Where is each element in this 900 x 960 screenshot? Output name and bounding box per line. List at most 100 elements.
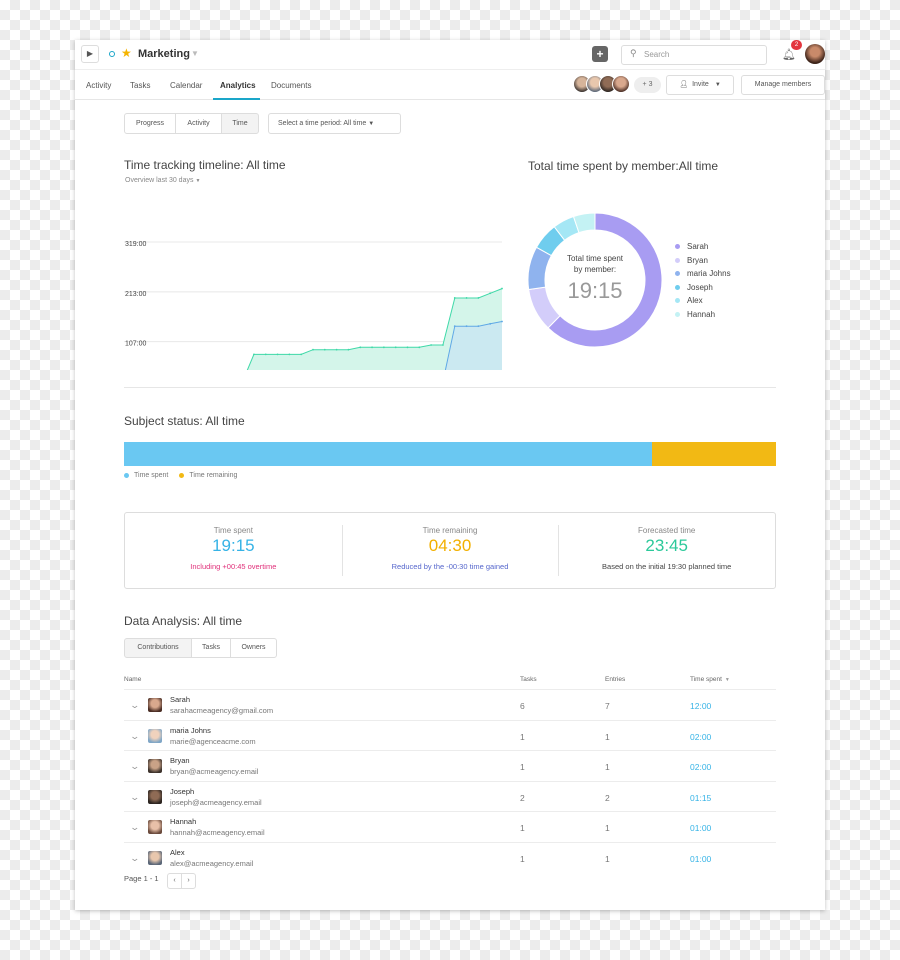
stat-label: Time remaining <box>422 526 478 535</box>
segment-time[interactable]: Time <box>221 113 259 134</box>
analysis-title: Data Analysis: All time <box>124 614 243 628</box>
stat-value: 04:30 <box>428 536 472 555</box>
stat-label: Forecasted time <box>638 526 696 535</box>
stat-card: Time spent 19:15 Including +00:45 overti… <box>125 513 342 588</box>
search-input[interactable] <box>644 50 759 59</box>
legend-dot-spent <box>124 473 129 478</box>
data-point <box>442 344 444 346</box>
page-indicator: Page 1 - 1 <box>124 874 159 883</box>
stat-label: Time spent <box>213 526 253 535</box>
more-members-badge[interactable]: + 3 <box>634 77 661 93</box>
y-tick-label: 213:00 <box>125 291 147 298</box>
column-header-name[interactable]: Name <box>124 676 141 683</box>
segment-activity[interactable]: Activity <box>175 113 222 134</box>
subject-status-title: Subject status: All time <box>124 414 245 428</box>
search-box[interactable]: ⚲ <box>621 45 767 65</box>
data-point <box>406 346 409 349</box>
manage-members-button[interactable]: Manage members <box>741 75 825 95</box>
segment-progress[interactable]: Progress <box>124 113 176 134</box>
column-header-entries[interactable]: Entries <box>605 676 625 683</box>
tab-tasks[interactable]: Tasks <box>191 638 231 658</box>
prev-page-button[interactable]: ‹ <box>167 873 182 889</box>
chevron-down-icon: ▼ <box>714 82 721 88</box>
project-title[interactable]: Marketing <box>138 48 190 60</box>
chevron-down-icon[interactable]: ⌄ <box>129 792 140 803</box>
data-point <box>323 348 326 351</box>
donut-center-value: 19:15 <box>567 278 623 303</box>
tab-tasks[interactable]: Tasks <box>130 81 150 90</box>
tasks-count: 1 <box>520 762 525 772</box>
table-row[interactable]: ⌄ Sarah sarahacmeagency@gmail.com 6 7 12… <box>124 689 776 720</box>
entries-count: 1 <box>605 853 610 864</box>
chevron-down-icon[interactable]: ⌄ <box>129 700 140 711</box>
invite-button[interactable]: 👤︎ Invite ▼ <box>666 75 734 95</box>
stat-card: Forecasted time 23:45 Based on the initi… <box>558 513 775 588</box>
time-spent-value[interactable]: 01:00 <box>690 854 711 864</box>
time-spent-value[interactable]: 02:00 <box>690 762 711 772</box>
time-spent-value[interactable]: 01:00 <box>690 823 711 833</box>
chevron-down-icon[interactable]: ⌄ <box>129 822 140 833</box>
member-avatar[interactable] <box>612 75 630 93</box>
chevron-down-icon: ▼ <box>195 178 201 184</box>
legend-item: Hannah <box>675 308 731 322</box>
data-point <box>477 297 480 299</box>
legend-dot <box>675 244 680 250</box>
chevron-down-icon[interactable]: ⌄ <box>129 761 140 772</box>
time-spent-value[interactable]: 12:00 <box>690 701 711 711</box>
column-header-time-spent-label: Time spent <box>690 676 722 683</box>
data-point <box>312 348 314 351</box>
table-row[interactable]: ⌄ maria Johns marie@agenceacme.com 1 1 0… <box>124 719 776 751</box>
chevron-down-icon[interactable]: ⌄ <box>129 731 140 742</box>
tab-bar: Activity Tasks Calendar Analytics Docume… <box>75 70 825 100</box>
tasks-count: 1 <box>520 853 525 864</box>
data-point <box>453 297 456 299</box>
table-row[interactable]: ⌄ Bryan bryan@acmeagency.email 1 1 02:00 <box>124 750 776 781</box>
tab-activity[interactable]: Activity <box>86 81 111 90</box>
column-header-time-spent[interactable]: Time spent ▼ <box>690 676 730 683</box>
donut-center-label-2: by member: <box>573 265 617 274</box>
legend-item: Bryan <box>675 254 731 268</box>
stat-value: 23:45 <box>645 536 688 555</box>
donut-center-label: Total time spent by member: <box>553 253 637 275</box>
expand-sidebar-button[interactable]: ▶ <box>81 45 99 63</box>
legend-label: Bryan <box>687 255 708 265</box>
table-row[interactable]: ⌄ Joseph joseph@acmeagency.email 2 2 01:… <box>124 780 776 812</box>
timeline-subtitle[interactable]: Overview last 30 days ▼ <box>125 177 200 184</box>
chevron-down-icon[interactable]: ⌄ <box>129 853 140 864</box>
legend-label: Sarah <box>687 242 709 251</box>
chevron-down-icon: ▼ <box>368 121 375 127</box>
legend-dot-remaining <box>179 473 185 478</box>
data-point <box>489 292 492 295</box>
user-avatar[interactable] <box>805 44 825 64</box>
tab-contributions[interactable]: Contributions <box>124 638 192 658</box>
legend-label: maria Johns <box>687 269 731 278</box>
time-spent-value[interactable]: 02:00 <box>690 732 711 742</box>
data-point <box>276 353 279 356</box>
bell-icon[interactable]: 🔔︎ <box>782 48 796 61</box>
tasks-count: 1 <box>520 823 525 833</box>
legend-dot <box>675 271 680 277</box>
table-row[interactable]: ⌄ Alex alex@acmeagency.email 1 1 01:00 <box>124 841 776 873</box>
next-page-button[interactable]: › <box>181 873 196 889</box>
time-spent-value[interactable]: 01:15 <box>690 793 711 803</box>
tab-calendar[interactable]: Calendar <box>170 81 202 90</box>
chevron-down-icon[interactable]: ▼ <box>191 49 199 58</box>
legend-time-spent: Time spent <box>134 472 169 479</box>
tab-documents[interactable]: Documents <box>271 81 311 90</box>
tab-owners[interactable]: Owners <box>230 638 277 658</box>
time-period-select[interactable]: Select a time period: All time ▼ <box>268 113 401 134</box>
data-point <box>477 325 480 328</box>
stat-note: Based on the initial 19:30 planned time <box>602 562 732 571</box>
column-header-tasks[interactable]: Tasks <box>520 676 537 683</box>
data-point <box>264 353 267 356</box>
tasks-count: 2 <box>520 792 525 803</box>
entries-count: 1 <box>605 823 610 833</box>
data-point <box>465 297 468 299</box>
tab-analytics[interactable]: Analytics <box>220 81 256 90</box>
project-status-icon <box>109 51 115 57</box>
avatar <box>148 820 162 834</box>
timeline-chart: 107:00213:00319:00Jan 9Jan 16Jan 23Jan 3… <box>124 241 503 370</box>
table-row[interactable]: ⌄ Hannah hannah@acmeagency.email 1 1 01:… <box>124 811 776 842</box>
star-icon[interactable]: ★ <box>121 46 132 60</box>
add-button[interactable]: + <box>592 46 608 62</box>
